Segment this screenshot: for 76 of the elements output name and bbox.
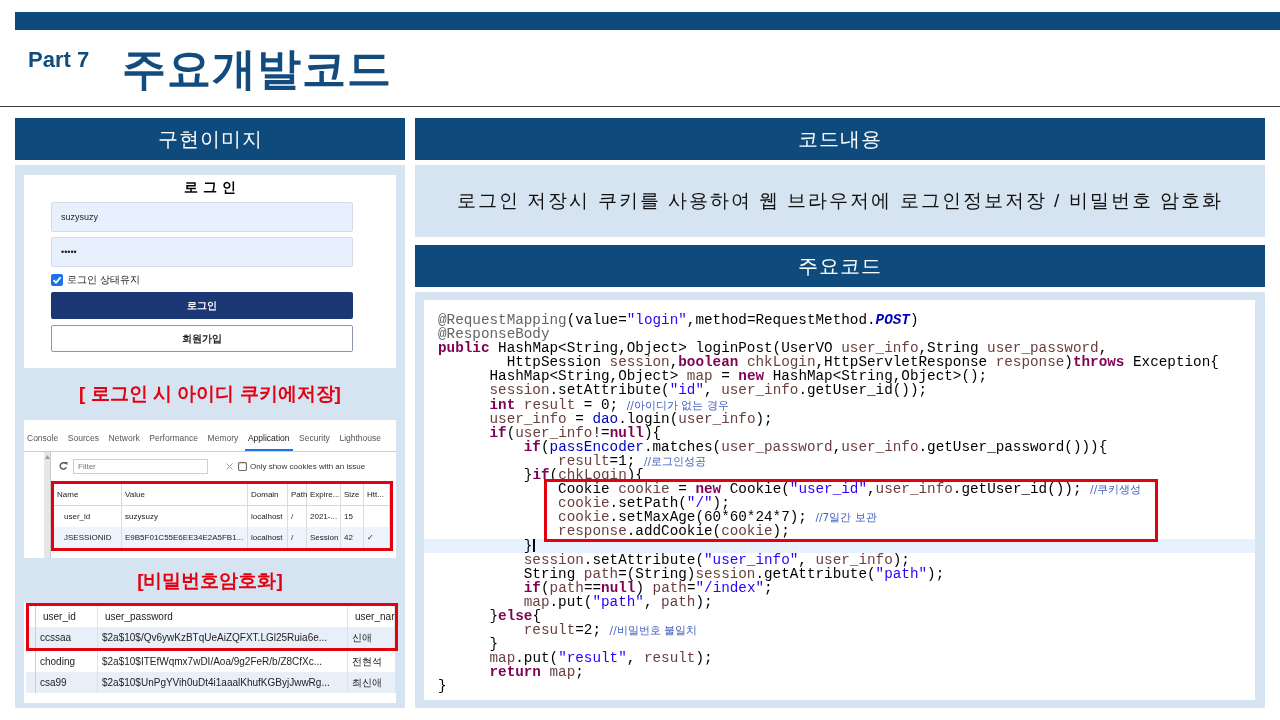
checkbox[interactable] — [238, 461, 247, 471]
code-line: if(passEncoder.matches(user_password,user_info.getUser_password())){ — [523, 439, 1108, 454]
table-cell: 최신애 — [348, 672, 396, 693]
reload-icon[interactable] — [59, 461, 68, 471]
table-cell: localhost — [248, 527, 288, 548]
code-line: map.put("path", path); — [523, 594, 713, 609]
code-line: } — [438, 679, 447, 694]
table-cell: E9B5F01C55E6EE34E2A5FB1... — [122, 527, 248, 548]
login-button[interactable]: 로그인 — [51, 292, 353, 319]
column-header[interactable]: Name — [54, 484, 122, 505]
column-header[interactable]: Value — [122, 484, 248, 505]
code-line: result=1; //로그인성공 — [558, 453, 706, 469]
table-cell: csa99 — [36, 672, 98, 693]
checkbox-label: Only show cookies with an issue — [250, 461, 366, 471]
code-line: String path=(String)session.getAttribute("path"); — [523, 566, 945, 581]
signup-button[interactable]: 회원가입 — [51, 325, 353, 352]
section-header: 구현이미지 — [15, 118, 405, 160]
section-header: 주요코드 — [415, 245, 1265, 287]
devtools-tab[interactable]: Lighthouse — [336, 433, 384, 451]
login-title: 로그인 — [183, 179, 241, 195]
code-line: @RequestMapping(value="login",method=RequestMethod.POST) — [438, 313, 919, 328]
code-line: @ResponseBody — [438, 327, 550, 342]
code-line: session.setAttribute("user_info", user_info); — [523, 552, 910, 567]
checkbox[interactable] — [51, 274, 63, 286]
code-line: if(user_info!=null){ — [489, 425, 662, 440]
table-cell: $2a$10$UnPgYVih0uDt4i1aaalKhufKGByjJwwRg... — [98, 672, 348, 693]
table-cell: ccssaa — [36, 627, 98, 648]
code-line: } — [523, 538, 533, 553]
table-cell: 42 — [341, 527, 364, 548]
table-cell: / — [288, 527, 307, 548]
table-cell: ✓ — [364, 527, 390, 548]
devtools-tab[interactable]: Console — [24, 433, 62, 451]
password-field[interactable]: ••••• — [51, 237, 353, 267]
table-cell: $2a$10$/Qv6ywKzBTqUeAiZQFXT.LGl25Ruia6e... — [98, 627, 348, 648]
column-header[interactable]: Path — [288, 484, 307, 505]
code-line: HashMap<String,Object> map = new HashMap<String,Object>(); — [489, 369, 988, 384]
code-line: }else{ — [489, 608, 541, 624]
code-line: } — [489, 637, 499, 652]
code-line: if(path==null) path="/index"; — [523, 580, 773, 595]
filter-field[interactable]: Filter — [73, 458, 208, 474]
devtools-tab[interactable]: Network — [105, 433, 143, 451]
code-line: HttpSession session,boolean chkLogin,HttpServletResponse response)throws Exception{ — [506, 355, 1219, 370]
scrollbar[interactable] — [44, 452, 51, 558]
code-line: response.addCookie(cookie); — [558, 524, 790, 539]
code-line: map.put("result", result); — [489, 651, 713, 666]
column-header[interactable]: Expire... — [307, 484, 341, 505]
code-line: return map; — [489, 665, 584, 680]
code-line: cookie.setMaxAge(60*60*24*7); //7일간 보관 — [558, 510, 877, 525]
code-line: Cookie cookie = new Cookie("user_id",user_info.getUser_id()); //쿠키생성 — [558, 482, 1142, 497]
devtools-tab[interactable]: Performance — [146, 433, 201, 451]
text-cursor — [533, 539, 535, 553]
column-header[interactable]: Domain — [248, 484, 288, 505]
part-label: Part 7 — [28, 47, 90, 73]
code-line: user_info = dao.login(user_info); — [489, 411, 773, 426]
clear-icon[interactable] — [226, 462, 233, 470]
table-cell: Session — [307, 527, 341, 548]
caption: [ 로그인 시 아이디 쿠키에저장] — [79, 382, 341, 406]
slide-title: 주요개발코드 — [122, 43, 393, 95]
column-header[interactable]: Htt... — [364, 484, 390, 505]
column-header[interactable]: Size — [341, 484, 364, 505]
devtools-tab[interactable]: Memory — [204, 433, 242, 451]
code-line: int result = 0; //아이디가 없는 경우 — [489, 397, 729, 412]
devtools-tab[interactable]: Security — [296, 433, 333, 451]
caption: [비밀번호암호화] — [137, 568, 283, 593]
code-line: public HashMap<String,Object> loginPost(UserVO user_info,String user_password, — [438, 341, 1108, 356]
code-line: session.setAttribute("id", user_info.getUser_id()); — [489, 383, 928, 398]
description-text: 로그인 저장시 쿠키를 사용하여 웹 브라우저에 로그인정보저장 / 비밀번호 암호화 — [457, 189, 1223, 213]
section-header: 코드내용 — [415, 118, 1265, 160]
code-line: cookie.setPath("/"); — [558, 496, 730, 511]
devtools-tab[interactable]: Application — [244, 433, 293, 451]
devtools-tab[interactable]: Sources — [64, 433, 102, 451]
username-field[interactable]: suzysuzy — [51, 202, 353, 232]
checkbox-label: 로그인 상태유지 — [67, 273, 140, 287]
table-cell: 신애 — [348, 627, 395, 648]
code-line: result=2; //비밀번호 불일치 — [523, 623, 697, 638]
table-cell: JSESSIONID — [54, 527, 122, 548]
